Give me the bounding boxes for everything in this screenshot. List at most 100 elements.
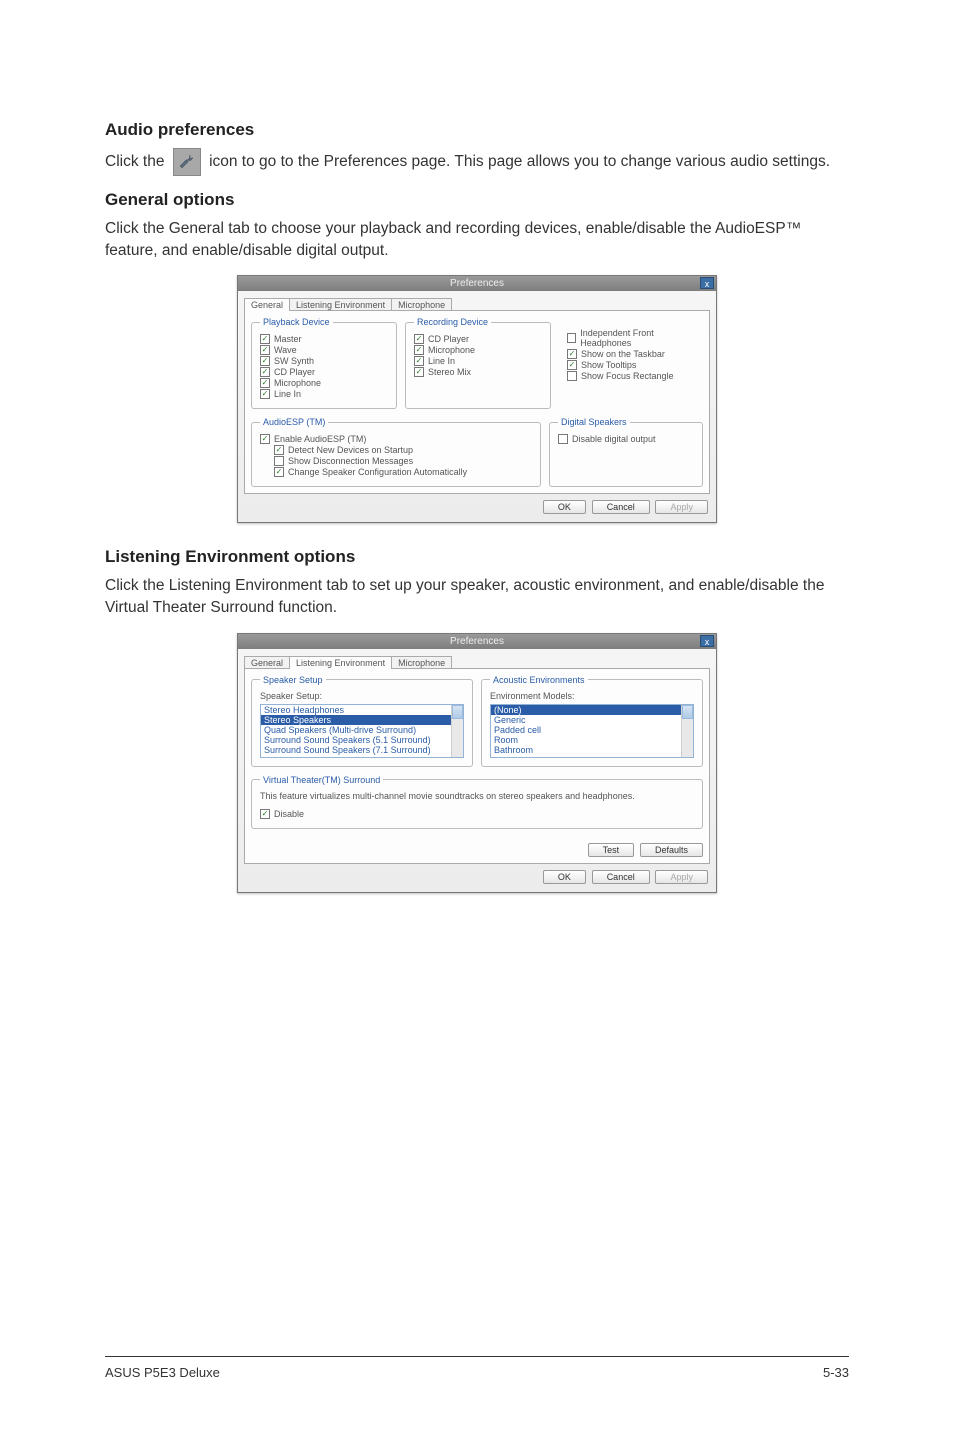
scrollbar[interactable]: [451, 705, 463, 757]
cancel-button-2[interactable]: Cancel: [592, 870, 650, 884]
ok-button[interactable]: OK: [543, 500, 586, 514]
list-item[interactable]: Quad Speakers (Multi-drive Surround): [261, 725, 463, 735]
cancel-button[interactable]: Cancel: [592, 500, 650, 514]
list-item[interactable]: Bathroom: [491, 745, 693, 755]
apply-button[interactable]: Apply: [655, 500, 708, 514]
list-item[interactable]: Generic: [491, 715, 693, 725]
lbl-tooltips: Show Tooltips: [581, 360, 636, 370]
tab-strip-2: General Listening Environment Microphone: [244, 655, 710, 668]
dialog-buttons-2: OK Cancel Apply: [238, 870, 716, 892]
tab-body-general: Playback Device ✓Master ✓Wave ✓SW Synth …: [244, 310, 710, 494]
legend-recording: Recording Device: [414, 317, 491, 327]
chk-show-tooltips[interactable]: ✓Show Tooltips: [567, 360, 695, 370]
chk-rec-microphone[interactable]: ✓Microphone: [414, 345, 542, 355]
heading-listening-env: Listening Environment options: [105, 547, 849, 567]
group-vts: Virtual Theater(TM) Surround This featur…: [251, 775, 703, 829]
chk-vts-disable[interactable]: ✓Disable: [260, 809, 694, 819]
lbl-rec-cd: CD Player: [428, 334, 469, 344]
heading-general-options: General options: [105, 190, 849, 210]
heading-audio-preferences: Audio preferences: [105, 120, 849, 140]
tab-listening-2[interactable]: Listening Environment: [289, 656, 392, 669]
group-audioesp: AudioESP (TM) ✓Enable AudioESP (TM) ✓Det…: [251, 417, 541, 487]
chk-show-taskbar[interactable]: ✓Show on the Taskbar: [567, 349, 695, 359]
group-acoustic: Acoustic Environments Environment Models…: [481, 675, 703, 767]
chk-indep-front[interactable]: Independent Front Headphones: [567, 328, 695, 348]
tab-body-listening: Speaker Setup Speaker Setup: Stereo Head…: [244, 668, 710, 864]
chk-change-speaker[interactable]: ✓Change Speaker Configuration Automatica…: [274, 467, 532, 477]
preferences-dialog-listening: Preferences x General Listening Environm…: [237, 633, 717, 893]
audio-pref-text-after: icon to go to the Preferences page. This…: [209, 153, 830, 170]
tab-general[interactable]: General: [244, 298, 290, 311]
list-item[interactable]: Stereo Speakers: [261, 715, 463, 725]
listening-body: Click the Listening Environment tab to s…: [105, 575, 849, 618]
close-icon[interactable]: x: [700, 277, 714, 289]
legend-playback: Playback Device: [260, 317, 333, 327]
chk-rec-stereo[interactable]: ✓Stereo Mix: [414, 367, 542, 377]
footer-right: 5-33: [823, 1365, 849, 1380]
ok-button-2[interactable]: OK: [543, 870, 586, 884]
list-item[interactable]: Room: [491, 735, 693, 745]
close-icon-2[interactable]: x: [700, 635, 714, 647]
chk-microphone[interactable]: ✓Microphone: [260, 378, 388, 388]
preferences-dialog-general: Preferences x General Listening Environm…: [237, 275, 717, 523]
legend-vts: Virtual Theater(TM) Surround: [260, 775, 383, 785]
audio-pref-text-before: Click the: [105, 153, 169, 170]
lbl-rec-line: Line In: [428, 356, 455, 366]
chk-rec-linein[interactable]: ✓Line In: [414, 356, 542, 366]
lbl-wave: Wave: [274, 345, 297, 355]
chk-master[interactable]: ✓Master: [260, 334, 388, 344]
lbl-cdplayer: CD Player: [274, 367, 315, 377]
lbl-taskbar: Show on the Taskbar: [581, 349, 665, 359]
chk-show-disconnect[interactable]: Show Disconnection Messages: [274, 456, 532, 466]
list-item[interactable]: Stereo Headphones: [261, 705, 463, 715]
lbl-vts-disable: Disable: [274, 809, 304, 819]
chk-rec-cdplayer[interactable]: ✓CD Player: [414, 334, 542, 344]
group-playback: Playback Device ✓Master ✓Wave ✓SW Synth …: [251, 317, 397, 409]
chk-linein[interactable]: ✓Line In: [260, 389, 388, 399]
list-item[interactable]: Surround Sound Speakers (7.1 Surround): [261, 745, 463, 755]
dialog-title-2: Preferences: [450, 636, 504, 647]
speaker-setup-list[interactable]: Stereo Headphones Stereo Speakers Quad S…: [260, 704, 464, 758]
group-digital: Digital Speakers Disable digital output: [549, 417, 703, 487]
chk-show-focus[interactable]: Show Focus Rectangle: [567, 371, 695, 381]
label-env-models: Environment Models:: [490, 691, 694, 701]
test-button[interactable]: Test: [588, 843, 635, 857]
dialog-titlebar: Preferences x: [238, 276, 716, 291]
legend-audioesp: AudioESP (TM): [260, 417, 328, 427]
chk-swsynth[interactable]: ✓SW Synth: [260, 356, 388, 366]
scrollbar-2[interactable]: [681, 705, 693, 757]
chk-disable-digital[interactable]: Disable digital output: [558, 434, 694, 444]
audio-pref-paragraph: Click the icon to go to the Preferences …: [105, 148, 849, 176]
label-speaker-setup: Speaker Setup:: [260, 691, 464, 701]
group-speaker-setup: Speaker Setup Speaker Setup: Stereo Head…: [251, 675, 473, 767]
lbl-rec-mic: Microphone: [428, 345, 475, 355]
lbl-change-sp: Change Speaker Configuration Automatical…: [288, 467, 467, 477]
chk-wave[interactable]: ✓Wave: [260, 345, 388, 355]
lbl-focus: Show Focus Rectangle: [581, 371, 674, 381]
legend-speaker-setup: Speaker Setup: [260, 675, 326, 685]
lbl-indep: Independent Front Headphones: [580, 328, 695, 348]
defaults-button[interactable]: Defaults: [640, 843, 703, 857]
lbl-disconnect: Show Disconnection Messages: [288, 456, 413, 466]
group-settings: Independent Front Headphones ✓Show on th…: [559, 317, 703, 409]
list-item[interactable]: Padded cell: [491, 725, 693, 735]
tab-strip: General Listening Environment Microphone: [244, 297, 710, 310]
vts-description: This feature virtualizes multi-channel m…: [260, 791, 694, 801]
lbl-detect: Detect New Devices on Startup: [288, 445, 413, 455]
list-item[interactable]: Surround Sound Speakers (5.1 Surround): [261, 735, 463, 745]
scroll-thumb-2[interactable]: [682, 705, 693, 719]
chk-detect-new[interactable]: ✓Detect New Devices on Startup: [274, 445, 532, 455]
lbl-swsynth: SW Synth: [274, 356, 314, 366]
acoustic-list[interactable]: (None) Generic Padded cell Room Bathroom: [490, 704, 694, 758]
dialog-title: Preferences: [450, 278, 504, 289]
apply-button-2[interactable]: Apply: [655, 870, 708, 884]
chk-enable-audioesp[interactable]: ✓Enable AudioESP (TM): [260, 434, 532, 444]
chk-cdplayer[interactable]: ✓CD Player: [260, 367, 388, 377]
footer-left: ASUS P5E3 Deluxe: [105, 1365, 220, 1380]
page-footer: ASUS P5E3 Deluxe 5-33: [105, 1356, 849, 1380]
lbl-rec-stereo: Stereo Mix: [428, 367, 471, 377]
list-item[interactable]: (None): [491, 705, 693, 715]
lbl-microphone: Microphone: [274, 378, 321, 388]
scroll-thumb[interactable]: [452, 705, 463, 719]
dialog-titlebar-2: Preferences x: [238, 634, 716, 649]
